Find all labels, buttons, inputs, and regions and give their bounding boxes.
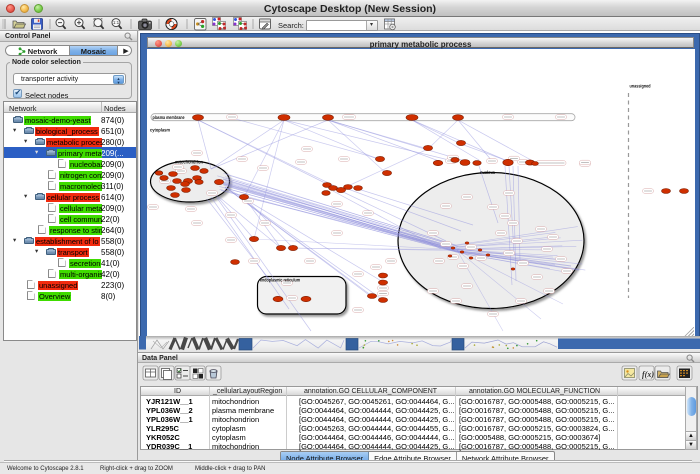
svg-text:unassigned: unassigned: [630, 84, 651, 90]
svg-text:endoplasmic reticulum: endoplasmic reticulum: [260, 278, 300, 284]
svg-text:plasma membrane: plasma membrane: [153, 115, 185, 121]
svg-text:f(x): f(x): [642, 370, 654, 379]
svg-text:nucleus: nucleus: [480, 170, 495, 176]
svg-text:1:1: 1:1: [113, 20, 120, 25]
svg-text:mitochondrion: mitochondrion: [175, 160, 203, 166]
svg-text:cytoplasm: cytoplasm: [150, 128, 170, 134]
